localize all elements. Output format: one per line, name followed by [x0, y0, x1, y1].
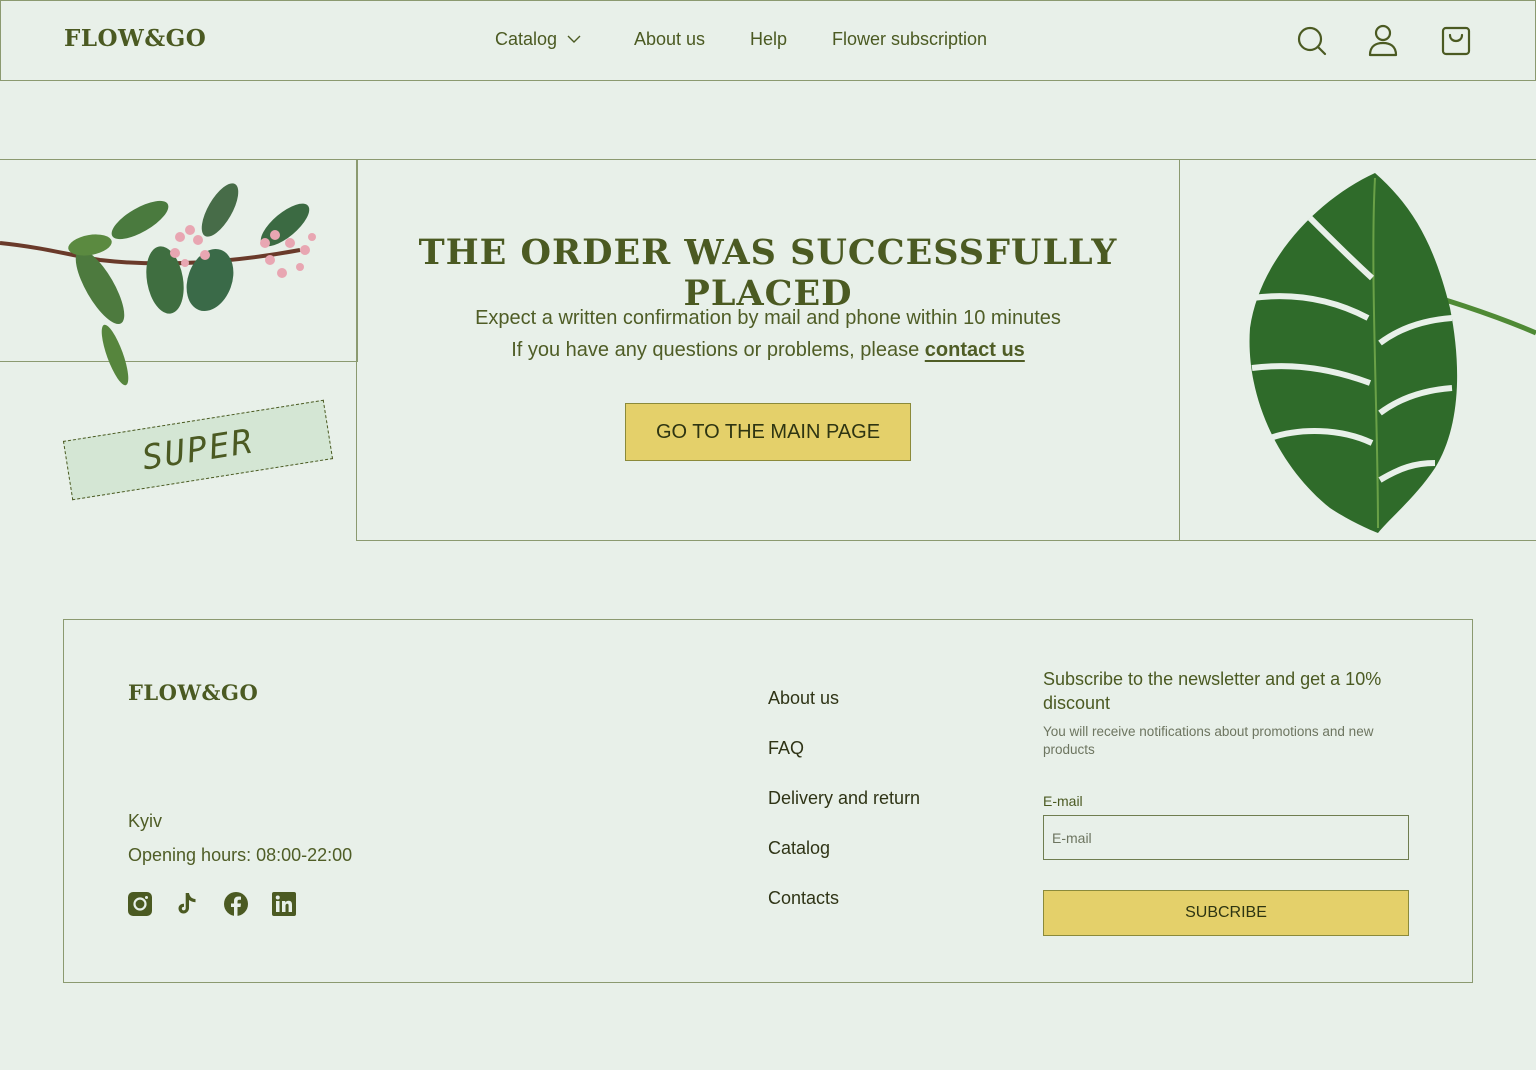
confirmation-message: Expect a written confirmation by mail an…	[475, 307, 1061, 329]
footer-link-about-us[interactable]: About us	[768, 688, 920, 738]
tiktok-icon[interactable]	[176, 892, 200, 916]
email-field[interactable]	[1043, 815, 1409, 860]
go-to-main-page-button[interactable]: GO TO THE MAIN PAGE	[625, 403, 911, 461]
help-message-prefix: If you have any questions or problems, p…	[511, 339, 925, 361]
facebook-icon[interactable]	[224, 892, 248, 916]
nav-catalog[interactable]: Catalog	[495, 29, 581, 50]
help-message: If you have any questions or problems, p…	[357, 339, 1179, 362]
subscribe-button[interactable]: SUBCRIBE	[1043, 890, 1409, 936]
site-header: FLOW&GO Catalog About us Help Flower sub…	[0, 0, 1536, 81]
newsletter-description: You will receive notifications about pro…	[1043, 724, 1374, 757]
nav-help[interactable]: Help	[750, 29, 787, 50]
email-label: E-mail	[1043, 793, 1083, 809]
chevron-down-icon	[567, 35, 581, 43]
footer-link-delivery-and-return[interactable]: Delivery and return	[768, 788, 920, 838]
order-success-panel: THE ORDER WAS SUCCESSFULLY PLACED Expect…	[356, 159, 1180, 541]
nav-flower-subscription[interactable]: Flower subscription	[832, 29, 987, 50]
social-links	[128, 892, 296, 916]
linkedin-icon[interactable]	[272, 892, 296, 916]
footer-link-contacts[interactable]: Contacts	[768, 888, 920, 938]
user-icon[interactable]	[1367, 23, 1399, 57]
contact-us-link[interactable]: contact us	[925, 339, 1025, 361]
footer-link-faq[interactable]: FAQ	[768, 738, 920, 788]
footer-logo[interactable]: FLOW&GO	[128, 680, 258, 705]
sticker-text: SUPER	[139, 421, 257, 479]
footer-links: About us FAQ Delivery and return Catalog…	[768, 688, 920, 938]
footer-opening-hours: Opening hours: 08:00-22:00	[128, 845, 353, 865]
footer-city: Kyiv	[128, 811, 163, 831]
nav-catalog-label: Catalog	[495, 29, 558, 49]
nav-about-us[interactable]: About us	[634, 29, 705, 50]
super-sticker: SUPER	[62, 399, 334, 501]
footer-link-catalog[interactable]: Catalog	[768, 838, 920, 888]
logo[interactable]: FLOW&GO	[64, 25, 206, 52]
page-title: THE ORDER WAS SUCCESSFULLY PLACED	[418, 232, 1118, 314]
site-footer: FLOW&GO Kyiv Opening hours: 08:00-22:00 …	[63, 619, 1473, 983]
newsletter-title: Subscribe to the newsletter and get a 10…	[1043, 669, 1382, 713]
cart-icon[interactable]	[1440, 23, 1472, 57]
search-icon[interactable]	[1296, 23, 1328, 57]
instagram-icon[interactable]	[128, 892, 152, 916]
flower-branch-image	[0, 183, 316, 386]
monstera-leaf-image	[1249, 173, 1536, 533]
